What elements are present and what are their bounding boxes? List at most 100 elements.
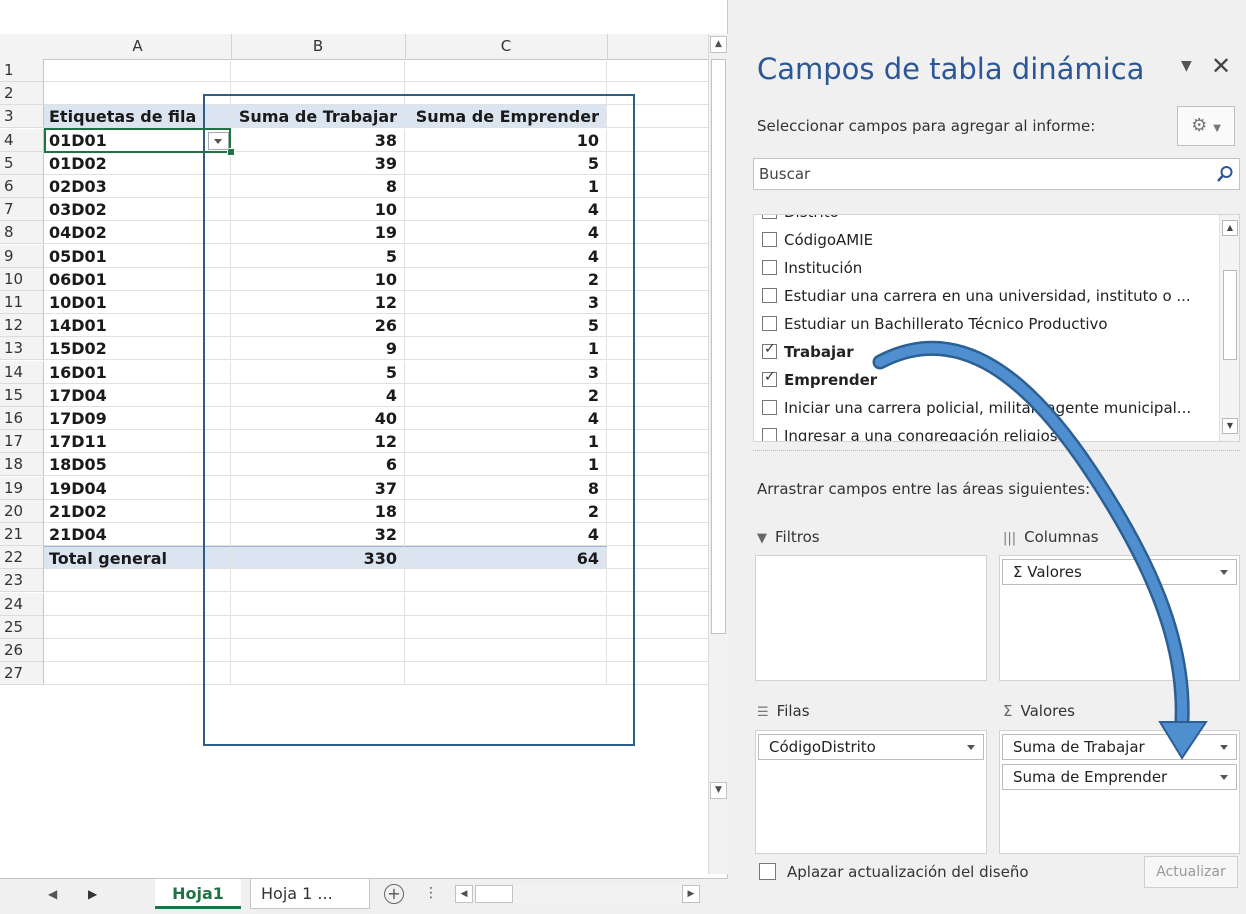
empty-cell[interactable] <box>231 59 405 82</box>
empty-cell[interactable] <box>607 662 710 685</box>
empty-cell[interactable] <box>231 82 405 105</box>
pivot-value-trabajar[interactable]: 10 <box>231 268 405 291</box>
pivot-value-trabajar[interactable]: 37 <box>231 477 405 500</box>
pivot-header-suma-emprender[interactable]: Suma de Emprender <box>405 105 607 128</box>
empty-cell[interactable] <box>231 662 405 685</box>
pivot-row-label[interactable]: 14D01 <box>44 314 231 337</box>
pivot-value-trabajar[interactable]: 5 <box>231 361 405 384</box>
pivot-value-trabajar[interactable]: 39 <box>231 152 405 175</box>
row-header[interactable]: 24 <box>0 593 44 616</box>
pivot-value-trabajar[interactable]: 26 <box>231 314 405 337</box>
field-list-scroll-up[interactable]: ▲ <box>1222 220 1238 236</box>
field-item[interactable]: CódigoAMIE <box>762 231 873 255</box>
chevron-down-icon[interactable] <box>1220 775 1228 780</box>
field-search-input[interactable]: Buscar <box>753 158 1240 190</box>
row-header[interactable]: 12 <box>0 314 44 337</box>
row-header[interactable]: 8 <box>0 221 44 244</box>
pivot-row-label[interactable]: 10D01 <box>44 291 231 314</box>
field-item[interactable]: Institución <box>762 259 862 283</box>
row-header[interactable]: 5 <box>0 152 44 175</box>
pivot-value-emprender[interactable]: 4 <box>405 221 607 244</box>
horizontal-scroll-thumb[interactable] <box>475 885 513 903</box>
empty-cell[interactable] <box>44 569 231 592</box>
empty-cell[interactable] <box>607 82 710 105</box>
pivot-row-label[interactable]: 01D01 <box>44 129 231 152</box>
empty-cell[interactable] <box>405 616 607 639</box>
field-checkbox[interactable] <box>762 400 777 415</box>
vertical-scrollbar[interactable]: ▲ ▼ <box>708 34 728 874</box>
empty-cell[interactable] <box>607 523 710 546</box>
pivot-value-emprender[interactable]: 1 <box>405 175 607 198</box>
pivot-value-trabajar[interactable]: 6 <box>231 453 405 476</box>
scroll-right-button[interactable]: ▶ <box>682 885 700 903</box>
field-item[interactable]: Emprender <box>762 369 877 395</box>
empty-cell[interactable] <box>44 616 231 639</box>
empty-cell[interactable] <box>607 291 710 314</box>
pivot-row-label[interactable]: 17D04 <box>44 384 231 407</box>
values-field-suma-emprender[interactable]: Suma de Emprender <box>1002 764 1237 790</box>
update-button[interactable]: Actualizar <box>1144 856 1238 888</box>
pivot-total-trabajar[interactable]: 330 <box>231 546 405 569</box>
scroll-up-button[interactable]: ▲ <box>710 36 727 53</box>
empty-cell[interactable] <box>44 59 231 82</box>
pivot-value-emprender[interactable]: 5 <box>405 314 607 337</box>
pivot-value-emprender[interactable]: 1 <box>405 453 607 476</box>
pivot-value-trabajar[interactable]: 32 <box>231 523 405 546</box>
empty-cell[interactable] <box>231 593 405 616</box>
empty-cell[interactable] <box>607 616 710 639</box>
empty-cell[interactable] <box>607 59 710 82</box>
pivot-row-label[interactable]: 01D02 <box>44 152 231 175</box>
field-checkbox[interactable] <box>762 288 777 303</box>
row-header[interactable]: 17 <box>0 430 44 453</box>
pivot-value-trabajar[interactable]: 40 <box>231 407 405 430</box>
empty-cell[interactable] <box>607 639 710 662</box>
field-item[interactable]: Ingresar a una congregación religiosa <box>762 427 1067 441</box>
empty-cell[interactable] <box>607 430 710 453</box>
column-header-d[interactable] <box>607 34 711 59</box>
pivot-row-label[interactable]: 21D04 <box>44 523 231 546</box>
row-header[interactable]: 6 <box>0 175 44 198</box>
field-item[interactable]: Iniciar una carrera policial, militar, a… <box>762 399 1191 423</box>
rows-drop-zone[interactable]: CódigoDistrito <box>755 730 987 854</box>
field-list-scroll-thumb[interactable] <box>1223 270 1237 360</box>
pivot-value-emprender[interactable]: 2 <box>405 268 607 291</box>
empty-cell[interactable] <box>44 82 231 105</box>
field-list-scrollbar[interactable]: ▲ ▼ <box>1219 215 1239 441</box>
empty-cell[interactable] <box>607 569 710 592</box>
pivot-value-trabajar[interactable]: 5 <box>231 245 405 268</box>
row-header[interactable]: 15 <box>0 384 44 407</box>
empty-cell[interactable] <box>231 569 405 592</box>
pivot-total-emprender[interactable]: 64 <box>405 546 607 569</box>
pivot-row-label[interactable]: 21D02 <box>44 500 231 523</box>
field-checkbox[interactable] <box>762 369 777 387</box>
field-checkbox[interactable] <box>762 316 777 331</box>
pivot-value-trabajar[interactable]: 10 <box>231 198 405 221</box>
tab-prev-icon[interactable]: ◀ <box>48 887 57 901</box>
pivot-row-label[interactable]: 05D01 <box>44 245 231 268</box>
field-checkbox[interactable] <box>762 215 777 219</box>
tab-split-handle-icon[interactable]: ⋮ <box>424 885 438 901</box>
empty-cell[interactable] <box>231 639 405 662</box>
pivot-row-label[interactable]: 17D11 <box>44 430 231 453</box>
row-header[interactable]: 4 <box>0 129 44 152</box>
column-header-b[interactable]: B <box>231 34 406 59</box>
empty-cell[interactable] <box>405 569 607 592</box>
chevron-down-icon[interactable] <box>1220 570 1228 575</box>
layout-settings-button[interactable]: ⚙ ▼ <box>1177 106 1235 146</box>
row-header[interactable]: 7 <box>0 198 44 221</box>
pivot-value-emprender[interactable]: 3 <box>405 361 607 384</box>
row-header[interactable]: 13 <box>0 337 44 360</box>
empty-cell[interactable] <box>607 407 710 430</box>
defer-update-checkbox[interactable] <box>759 863 776 880</box>
pivot-header-suma-trabajar[interactable]: Suma de Trabajar <box>231 105 405 128</box>
pivot-row-label[interactable]: 06D01 <box>44 268 231 291</box>
empty-cell[interactable] <box>607 361 710 384</box>
empty-cell[interactable] <box>607 105 710 128</box>
row-header[interactable]: 16 <box>0 407 44 430</box>
pivot-value-trabajar[interactable]: 9 <box>231 337 405 360</box>
pivot-value-emprender[interactable]: 4 <box>405 523 607 546</box>
pivot-value-trabajar[interactable]: 12 <box>231 291 405 314</box>
empty-cell[interactable] <box>44 593 231 616</box>
pivot-value-trabajar[interactable]: 4 <box>231 384 405 407</box>
pivot-row-label[interactable]: 15D02 <box>44 337 231 360</box>
